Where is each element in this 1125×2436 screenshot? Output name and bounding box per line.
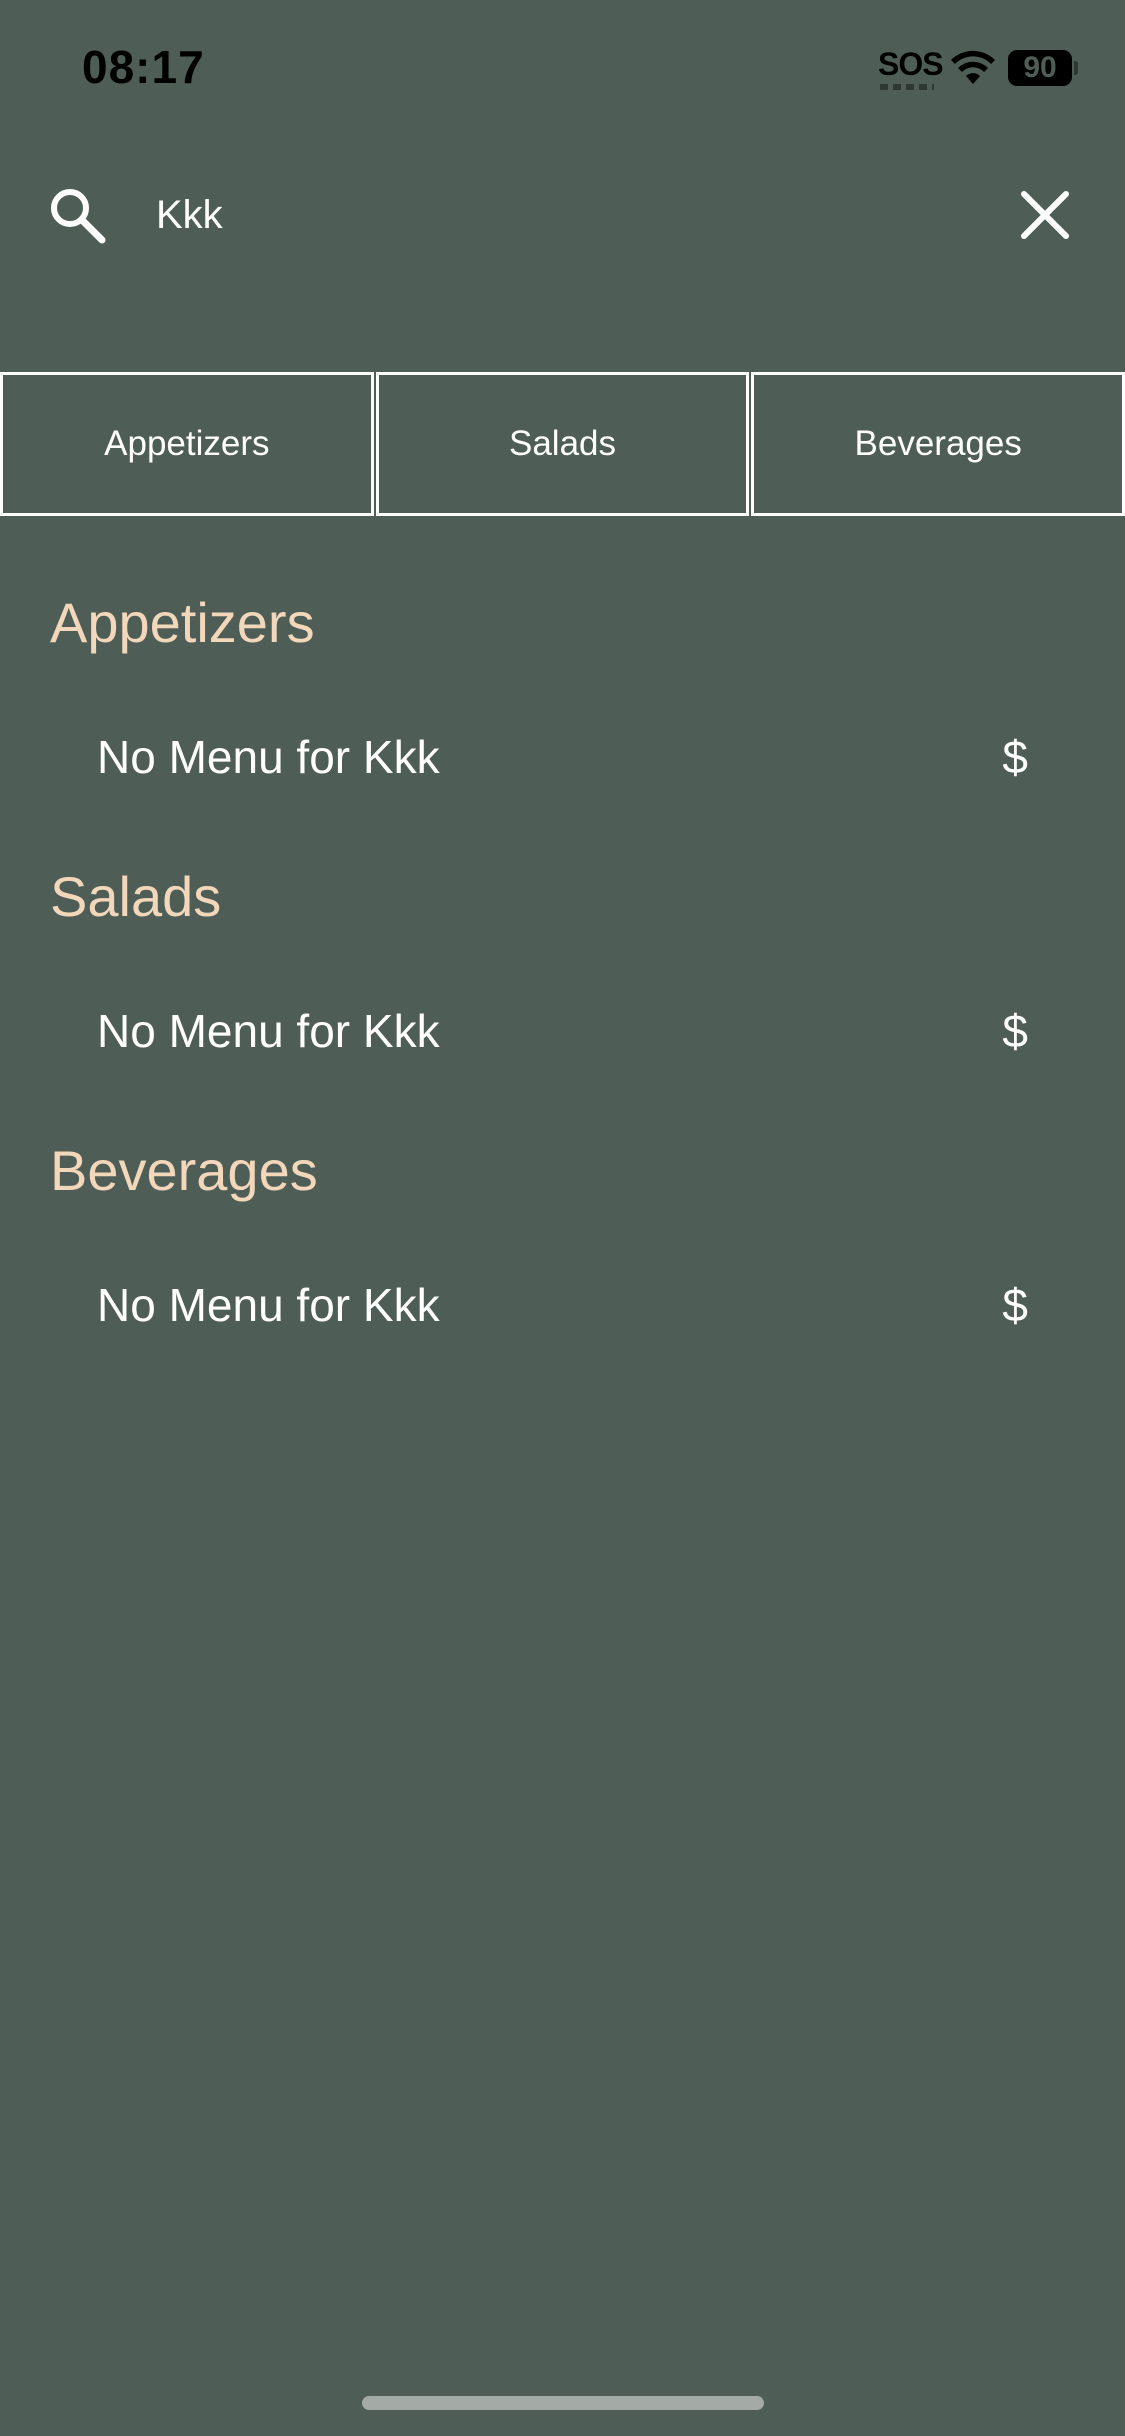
menu-item-price: $ — [1002, 1279, 1028, 1331]
menu-item-price: $ — [1002, 1005, 1028, 1057]
menu-item-price: $ — [1002, 731, 1028, 783]
menu-item-name: No Menu for Kkk — [97, 1279, 440, 1331]
close-icon[interactable] — [1018, 188, 1072, 242]
search-bar — [0, 170, 1125, 260]
tab-appetizers[interactable]: Appetizers — [0, 372, 374, 516]
menu-item[interactable]: No Menu for Kkk $ — [97, 1004, 1028, 1064]
menu-item[interactable]: No Menu for Kkk $ — [97, 730, 1028, 790]
section-beverages: Beverages No Menu for Kkk $ — [0, 1128, 1125, 1402]
home-indicator[interactable] — [362, 2396, 764, 2410]
section-salads: Salads No Menu for Kkk $ — [0, 854, 1125, 1128]
menu-list: Appetizers No Menu for Kkk $ Salads No M… — [0, 580, 1125, 1402]
category-tabs: Appetizers Salads Beverages — [0, 372, 1125, 516]
menu-item[interactable]: No Menu for Kkk $ — [97, 1278, 1028, 1338]
battery-tip — [1074, 61, 1078, 75]
status-bar: 08:17 SOS 90 — [0, 0, 1125, 140]
menu-item-name: No Menu for Kkk — [97, 1005, 440, 1057]
tab-beverages[interactable]: Beverages — [751, 372, 1125, 516]
search-input[interactable] — [156, 188, 976, 242]
status-time: 08:17 — [82, 41, 205, 93]
signal-dots — [880, 84, 934, 90]
search-icon[interactable] — [46, 184, 108, 246]
section-title: Appetizers — [50, 591, 315, 654]
section-title: Salads — [50, 865, 222, 928]
section-title: Beverages — [50, 1139, 318, 1202]
battery-icon: 90 — [1008, 50, 1072, 86]
wifi-icon — [951, 50, 995, 84]
menu-item-name: No Menu for Kkk — [97, 731, 440, 783]
sos-indicator: SOS — [878, 46, 944, 82]
tab-salads[interactable]: Salads — [375, 372, 750, 516]
section-appetizers: Appetizers No Menu for Kkk $ — [0, 580, 1125, 854]
